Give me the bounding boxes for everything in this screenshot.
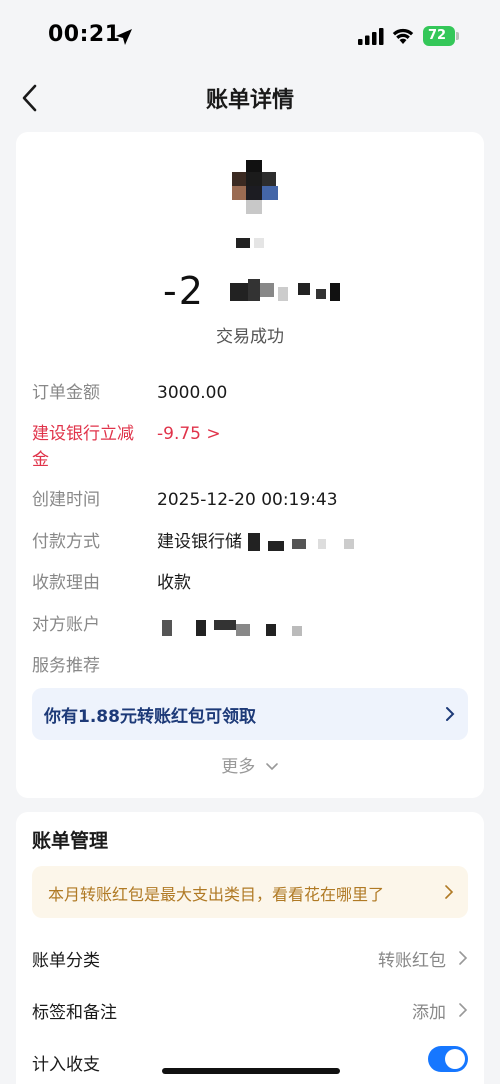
red-packet-promo[interactable]: 你有1.88元转账红包可领取 — [32, 688, 468, 740]
location-arrow-icon — [116, 29, 132, 45]
battery-icon: 72 — [423, 26, 459, 46]
name-mosaic — [236, 238, 266, 250]
home-indicator[interactable] — [162, 1068, 340, 1074]
row-tags-notes[interactable]: 标签和备注 添加 — [32, 998, 468, 1028]
nav-bar: 账单详情 — [0, 72, 500, 124]
page-title: 账单详情 — [205, 88, 294, 113]
battery-level: 72 — [427, 28, 447, 43]
wifi-icon — [392, 28, 414, 44]
transaction-status: 交易成功 — [216, 327, 284, 347]
signal-icon — [358, 28, 384, 45]
bill-manage-card: 账单管理 本月转账红包是最大支出类目，看看花在哪里了 账单分类 转账红包 标签和… — [16, 812, 484, 1084]
payment-mosaic — [248, 533, 368, 553]
bill-detail-card: -2 交易成功 订单金额 3000.00 建设银行立减金 -9.75 > 创建时… — [16, 132, 484, 798]
status-bar: 00:21 72 — [0, 0, 500, 72]
row-count-in-budget: 计入收支 — [32, 1046, 468, 1080]
promo-text: 你有1.88元转账红包可领取 — [44, 707, 256, 727]
avatar — [232, 160, 280, 216]
account-mosaic — [162, 618, 322, 638]
chevron-right-icon — [459, 951, 468, 965]
chevron-right-icon — [459, 1003, 468, 1017]
chevron-down-icon — [265, 763, 278, 771]
status-time: 00:21 — [48, 22, 121, 47]
spending-tip[interactable]: 本月转账红包是最大支出类目，看看花在哪里了 — [32, 866, 468, 918]
chevron-right-icon — [445, 885, 454, 899]
chevron-right-icon — [446, 707, 455, 721]
more-button[interactable]: 更多 — [16, 752, 484, 777]
tip-text: 本月转账红包是最大支出类目，看看花在哪里了 — [48, 885, 385, 904]
toggle-knob — [445, 1049, 465, 1069]
budget-toggle[interactable] — [428, 1046, 468, 1072]
section-title: 账单管理 — [32, 830, 109, 852]
amount: -2 — [16, 269, 484, 317]
row-bill-category[interactable]: 账单分类 转账红包 — [32, 946, 468, 976]
